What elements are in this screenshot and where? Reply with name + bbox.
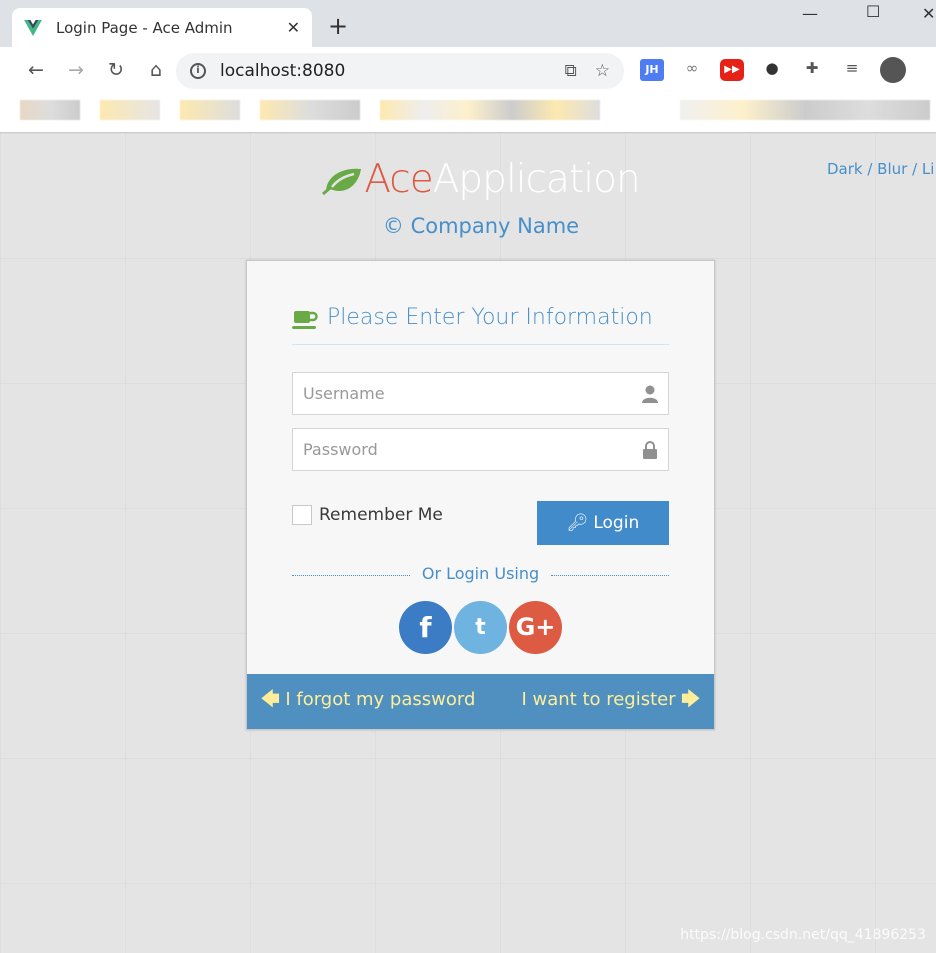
url-text[interactable]: localhost:8080 bbox=[220, 61, 547, 81]
twitter-button[interactable]: t bbox=[454, 601, 507, 654]
password-input[interactable] bbox=[303, 440, 642, 459]
login-page: Dark / Blur / Li AceApplication © Compan… bbox=[0, 133, 936, 953]
social-buttons: f t G+ bbox=[399, 601, 562, 654]
forgot-password-link[interactable]: 🡄 I forgot my password bbox=[261, 687, 475, 717]
register-link[interactable]: I want to register 🡆 bbox=[521, 687, 700, 717]
evernote-icon[interactable]: ● bbox=[760, 59, 784, 81]
puzzle-icon[interactable]: ✚ bbox=[800, 59, 824, 81]
login-footer: 🡄 I forgot my password I want to registe… bbox=[247, 674, 714, 729]
lock-icon bbox=[643, 440, 657, 459]
media-icon[interactable]: ≡ bbox=[840, 59, 864, 81]
tab-bar: Login Page - Ace Admin ✕ + — ☐ ✕ bbox=[0, 0, 936, 47]
extension-icon[interactable]: ∞ bbox=[680, 59, 704, 81]
vue-favicon bbox=[24, 19, 42, 36]
browser-tab[interactable]: Login Page - Ace Admin ✕ bbox=[12, 8, 312, 47]
facebook-button[interactable]: f bbox=[399, 601, 452, 654]
remember-me[interactable]: Remember Me bbox=[292, 505, 443, 525]
watermark: https://blog.csdn.net/qq_41896253 bbox=[680, 927, 926, 943]
leaf-icon bbox=[322, 168, 362, 195]
remember-checkbox[interactable] bbox=[292, 505, 312, 525]
profile-icon[interactable] bbox=[880, 57, 906, 83]
star-icon[interactable]: ☆ bbox=[595, 61, 610, 81]
password-field[interactable] bbox=[292, 428, 669, 471]
username-input[interactable] bbox=[303, 384, 642, 403]
key-icon: 🔑︎ bbox=[566, 513, 589, 533]
translate-icon[interactable]: ⧉ bbox=[565, 61, 577, 81]
bookmarks-bar-blurred bbox=[0, 93, 936, 133]
tab-title: Login Page - Ace Admin bbox=[56, 18, 233, 37]
user-icon bbox=[642, 385, 658, 403]
home-icon[interactable]: ⌂ bbox=[136, 59, 176, 81]
minimize-icon[interactable]: — bbox=[802, 4, 818, 23]
back-icon[interactable]: ← bbox=[16, 59, 56, 81]
extensions: JH ∞ ▶▶ ● ✚ ≡ bbox=[640, 57, 906, 83]
info-icon[interactable]: i bbox=[190, 63, 206, 79]
coffee-icon bbox=[292, 311, 318, 329]
jh-extension-icon[interactable]: JH bbox=[640, 59, 664, 81]
or-login-using: Or Login Using bbox=[292, 564, 669, 583]
arrow-left-icon: 🡄 bbox=[261, 688, 280, 710]
forward-icon[interactable]: → bbox=[56, 59, 96, 81]
close-icon[interactable]: ✕ bbox=[287, 18, 300, 37]
login-box: Please Enter Your Information Remember M… bbox=[246, 260, 715, 730]
brand-title: AceApplication bbox=[0, 157, 936, 202]
reload-icon[interactable]: ↻ bbox=[96, 59, 136, 81]
youtube-extension-icon[interactable]: ▶▶ bbox=[720, 59, 744, 81]
close-window-icon[interactable]: ✕ bbox=[922, 4, 935, 23]
google-plus-button[interactable]: G+ bbox=[509, 601, 562, 654]
address-bar[interactable]: i localhost:8080 ⧉ ☆ bbox=[176, 53, 624, 89]
arrow-right-icon: 🡆 bbox=[681, 688, 700, 710]
new-tab-icon[interactable]: + bbox=[328, 12, 348, 40]
login-button[interactable]: 🔑︎ Login bbox=[537, 501, 669, 545]
username-field[interactable] bbox=[292, 372, 669, 415]
form-header: Please Enter Your Information bbox=[292, 305, 669, 345]
maximize-icon[interactable]: ☐ bbox=[866, 2, 880, 21]
company-name: © Company Name bbox=[382, 214, 580, 238]
